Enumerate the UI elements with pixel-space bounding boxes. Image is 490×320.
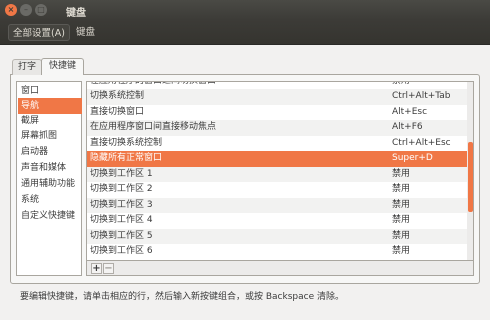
shortcut-accel: Ctrl+Alt+Tab: [392, 91, 451, 101]
category-item-accessibility[interactable]: 通用辅助功能: [18, 176, 82, 192]
shortcut-action: 切换到工作区 5: [90, 230, 153, 241]
shortcut-accel: 禁用: [392, 230, 411, 241]
tab-typing[interactable]: 打字: [12, 59, 42, 75]
shortcut-accel: Alt+F6: [392, 122, 423, 132]
breadcrumb-keyboard[interactable]: 键盘: [72, 24, 99, 41]
shortcut-accel: 禁用: [392, 168, 411, 179]
scrollbar-thumb[interactable]: [468, 142, 473, 212]
all-settings-button[interactable]: 全部设置(A): [8, 24, 70, 41]
shortcut-action: 切换到工作区 2: [90, 184, 153, 194]
shortcut-action: 切换到工作区 4: [90, 215, 153, 225]
hint-text: 要编辑快捷键，请单击相应的行，然后输入新按键组合，或按 Backspace 清除…: [20, 292, 344, 302]
shortcut-table: 在应用程序的窗口之间切换窗口 禁用 切换系统控制 Ctrl+Alt+Tab 直接…: [86, 81, 474, 261]
category-item-launchers[interactable]: 启动器: [18, 144, 82, 160]
category-item-windows[interactable]: 窗口: [18, 83, 82, 99]
shortcut-accel: Super+D: [392, 153, 433, 163]
shortcut-accel: 禁用: [392, 215, 411, 225]
add-shortcut-button[interactable]: +: [91, 263, 102, 274]
minimize-icon[interactable]: –: [20, 4, 32, 16]
category-item-navigation[interactable]: 导航: [18, 98, 82, 114]
table-row[interactable]: 切换到工作区 6 禁用: [87, 244, 467, 260]
table-row[interactable]: 在应用程序窗口间直接移动焦点 Alt+F6: [87, 120, 467, 136]
category-item-custom-shortcuts[interactable]: 自定义快捷键: [18, 208, 82, 224]
shortcut-action: 隐藏所有正常窗口: [90, 153, 163, 163]
table-row[interactable]: 直接切换系统控制 Ctrl+Alt+Esc: [87, 136, 467, 152]
shortcut-accel: 禁用: [392, 199, 411, 210]
remove-shortcut-button[interactable]: −: [103, 263, 114, 274]
category-list: 窗口 导航 截屏 屏幕抓图 启动器 声音和媒体 通用辅助功能 系统 自定义快捷键: [16, 81, 82, 276]
maximize-icon[interactable]: □: [35, 4, 47, 16]
category-item-system[interactable]: 系统: [18, 192, 82, 208]
shortcut-accel: Ctrl+Alt+Esc: [392, 137, 451, 148]
close-icon[interactable]: ×: [5, 4, 17, 16]
shortcut-accel: Alt+Esc: [392, 106, 428, 117]
table-row[interactable]: 切换到工作区 5 禁用: [87, 228, 467, 244]
shortcut-action: 直接切换系统控制: [90, 137, 163, 148]
title-bar: × – □ 键盘: [0, 0, 490, 20]
table-row[interactable]: 切换到工作区 3 禁用: [87, 197, 467, 213]
tab-shortcuts[interactable]: 快捷键: [41, 58, 84, 75]
shortcut-action: 直接切换窗口: [90, 106, 145, 117]
table-row[interactable]: 切换系统控制 Ctrl+Alt+Tab: [87, 89, 467, 105]
table-row-selected[interactable]: 隐藏所有正常窗口 Super+D: [87, 151, 467, 167]
scrollbar[interactable]: [467, 82, 473, 260]
add-remove-bar: + −: [86, 261, 474, 276]
shortcut-accel: 禁用: [392, 246, 411, 256]
category-item-screenshots[interactable]: 截屏: [18, 113, 82, 129]
window-title: 键盘: [66, 8, 86, 19]
category-item-screen-grab[interactable]: 屏幕抓图: [18, 128, 82, 144]
shortcut-action: 切换到工作区 3: [90, 199, 153, 210]
shortcut-action: 切换系统控制: [90, 91, 145, 101]
table-row[interactable]: 直接切换窗口 Alt+Esc: [87, 105, 467, 121]
toolbar: 全部设置(A) 键盘: [0, 20, 490, 45]
shortcut-action: 切换到工作区 1: [90, 168, 153, 179]
table-row[interactable]: 切换到工作区 1 禁用: [87, 166, 467, 182]
table-row[interactable]: 切换到工作区 2 禁用: [87, 182, 467, 198]
shortcut-action: 切换到工作区 6: [90, 246, 153, 256]
shortcut-action: 在应用程序窗口间直接移动焦点: [90, 122, 217, 132]
category-item-sound-media[interactable]: 声音和媒体: [18, 160, 82, 176]
shortcut-accel: 禁用: [392, 184, 411, 194]
table-row[interactable]: 切换到工作区 4 禁用: [87, 213, 467, 229]
